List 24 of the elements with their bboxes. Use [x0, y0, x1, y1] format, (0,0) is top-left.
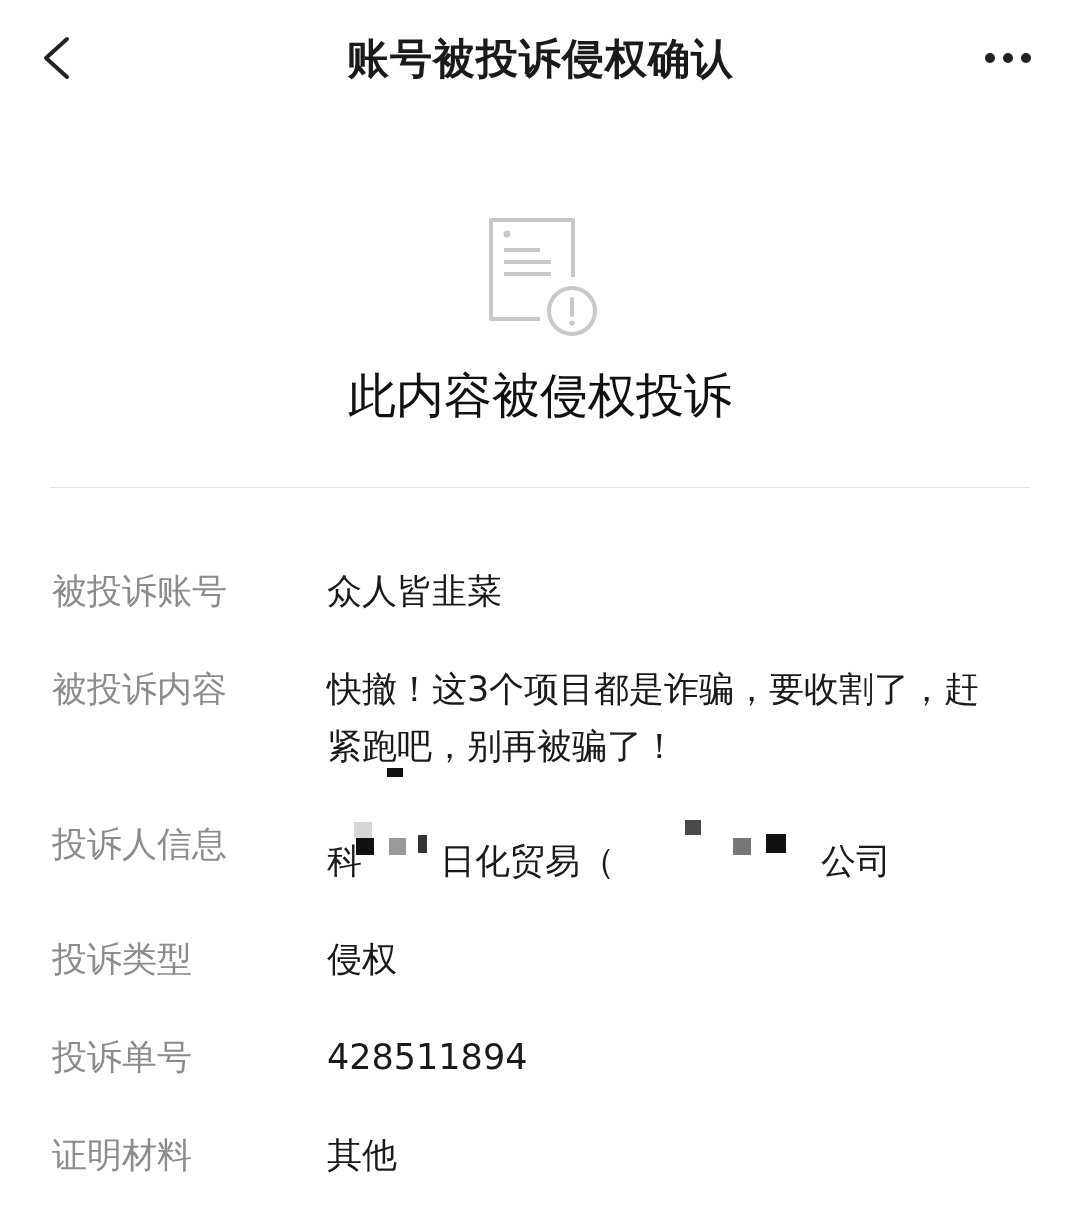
field-value: 科: [327, 840, 362, 883]
status-heading: 此内容被侵权投诉: [348, 366, 732, 425]
document-warning-icon: [488, 217, 598, 337]
field-value: 公司: [821, 840, 891, 883]
field-label: 投诉人信息: [52, 823, 227, 866]
field-value: 428511894: [327, 1037, 528, 1077]
field-label: 证明材料: [52, 1134, 192, 1177]
field-value: 众人皆韭菜: [327, 571, 502, 611]
field-value: 快撤！这3个项目都是诈骗，要收割了，赶紧跑吧，别再被骗了！: [327, 669, 980, 766]
field-label: 被投诉内容: [52, 668, 227, 711]
redaction-square: [418, 835, 427, 853]
field-label: 被投诉账号: [52, 570, 227, 613]
redaction-square: [733, 838, 751, 855]
field-label: 投诉类型: [52, 938, 192, 981]
redaction-square: [685, 820, 701, 835]
redaction-square: [389, 838, 406, 855]
field-value: 侵权: [327, 939, 397, 979]
field-label: 投诉单号: [52, 1036, 192, 1079]
redaction-square: [354, 822, 372, 838]
page-title: 账号被投诉侵权确认: [346, 32, 734, 85]
field-value: 其他: [327, 1135, 397, 1175]
redaction-square: [766, 834, 786, 853]
field-value: 日化贸易（: [440, 840, 615, 883]
more-button[interactable]: [984, 51, 1032, 64]
